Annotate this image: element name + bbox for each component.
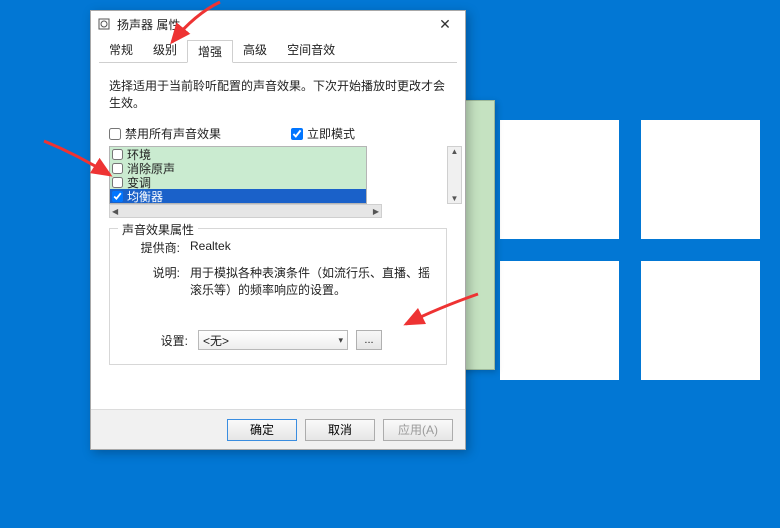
tab-spatial[interactable]: 空间音效: [277, 39, 345, 62]
disable-all-input[interactable]: [109, 128, 121, 140]
desc-value: 用于模拟各种表演条件（如流行乐、直播、摇滚乐等）的频率响应的设置。: [190, 264, 434, 298]
setting-label: 设置:: [122, 332, 190, 349]
scroll-left-icon: ◀: [112, 207, 118, 216]
provider-label: 提供商:: [122, 239, 190, 256]
tab-advanced[interactable]: 高级: [233, 39, 277, 62]
immediate-mode-checkbox[interactable]: 立即模式: [291, 125, 355, 142]
effect-checkbox[interactable]: [112, 163, 123, 174]
ellipsis-icon: ...: [364, 334, 373, 346]
provider-value: Realtek: [190, 239, 434, 256]
close-icon: ✕: [439, 16, 451, 33]
window-title: 扬声器 属性: [117, 16, 180, 33]
effect-checkbox[interactable]: [112, 177, 123, 188]
tab-enhance[interactable]: 增强: [187, 40, 233, 63]
chevron-down-icon: ▾: [338, 335, 343, 346]
effects-list[interactable]: 环境 消除原声 变调 均衡器: [109, 146, 367, 204]
list-item-equalizer[interactable]: 均衡器: [110, 189, 366, 203]
dialog-footer: 确定 取消 应用(A): [91, 409, 465, 449]
effects-list-wrap: 环境 消除原声 变调 均衡器 ▲ ▼ ◀: [109, 146, 447, 218]
immediate-mode-label: 立即模式: [307, 125, 355, 142]
scroll-right-icon: ▶: [373, 207, 379, 216]
horizontal-scrollbar[interactable]: ◀ ▶: [109, 204, 382, 218]
tab-general[interactable]: 常规: [99, 39, 143, 62]
close-button[interactable]: ✕: [425, 11, 465, 37]
ok-button[interactable]: 确定: [227, 419, 297, 441]
speaker-icon: [97, 17, 111, 31]
effect-label: 均衡器: [127, 188, 163, 205]
tab-content: 选择适用于当前聆听配置的声音效果。下次开始播放时更改才会生效。 禁用所有声音效果…: [91, 63, 465, 373]
vertical-scrollbar[interactable]: ▲ ▼: [447, 146, 462, 204]
desc-label: 说明:: [122, 264, 190, 298]
setting-details-button[interactable]: ...: [356, 330, 382, 350]
description-text: 选择适用于当前聆听配置的声音效果。下次开始播放时更改才会生效。: [109, 77, 447, 111]
disable-all-checkbox[interactable]: 禁用所有声音效果: [109, 125, 221, 142]
group-legend: 声音效果属性: [118, 221, 198, 238]
disable-all-label: 禁用所有声音效果: [125, 125, 221, 142]
tab-levels[interactable]: 级别: [143, 39, 187, 62]
scroll-up-icon: ▲: [451, 147, 459, 156]
effect-checkbox[interactable]: [112, 149, 123, 160]
scroll-down-icon: ▼: [451, 194, 459, 203]
effect-properties-group: 声音效果属性 提供商: Realtek 说明: 用于模拟各种表演条件（如流行乐、…: [109, 228, 447, 365]
cancel-button[interactable]: 取消: [305, 419, 375, 441]
speaker-properties-dialog: 扬声器 属性 ✕ 常规 级别 增强 高级 空间音效 选择适用于当前聆听配置的声音…: [90, 10, 466, 450]
tab-strip: 常规 级别 增强 高级 空间音效: [99, 39, 457, 63]
setting-select[interactable]: <无> ▾: [198, 330, 348, 350]
apply-button[interactable]: 应用(A): [383, 419, 453, 441]
titlebar: 扬声器 属性 ✕: [91, 11, 465, 37]
setting-value: <无>: [203, 332, 229, 349]
desktop-windows-logo: [500, 120, 760, 380]
effect-checkbox[interactable]: [112, 191, 123, 202]
immediate-mode-input[interactable]: [291, 128, 303, 140]
